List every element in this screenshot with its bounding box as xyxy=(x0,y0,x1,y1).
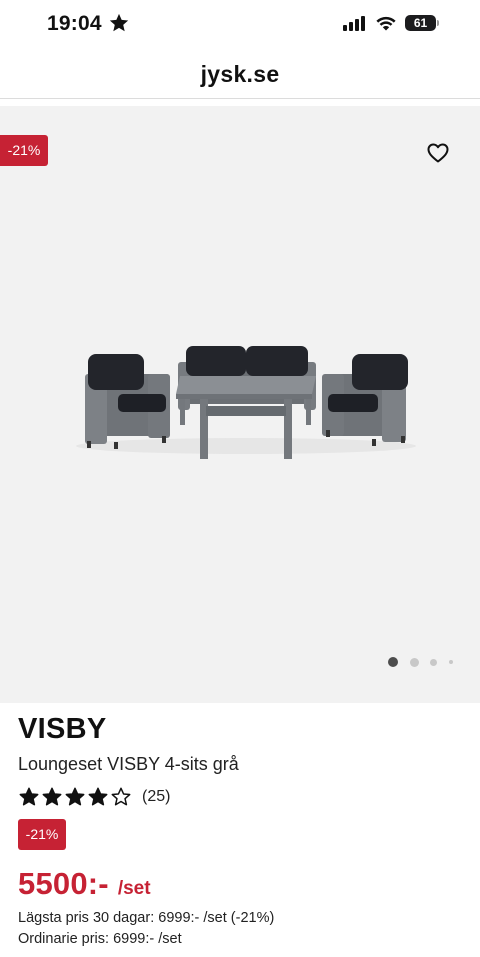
status-bar: 19:04 61 xyxy=(0,0,480,50)
carousel-dot[interactable] xyxy=(449,660,453,664)
rating-star-filled-icon xyxy=(19,787,39,806)
product-image-gallery[interactable]: -21% xyxy=(0,106,480,703)
rating-star-filled-icon xyxy=(88,787,108,806)
rating-star-empty-icon xyxy=(111,787,131,806)
discount-badge: -21% xyxy=(18,819,66,850)
product-image[interactable] xyxy=(0,106,480,703)
rating[interactable]: (25) xyxy=(18,786,170,808)
ordinary-price-note: Ordinarie pris: 6999:- /set xyxy=(18,931,182,947)
left-armchair xyxy=(85,354,170,449)
heart-icon[interactable] xyxy=(426,141,450,165)
rating-stars xyxy=(18,786,133,808)
battery-icon: 61 xyxy=(405,15,439,31)
discount-tag: -21% xyxy=(0,135,48,166)
carousel-dot[interactable] xyxy=(410,657,419,667)
status-time: 19:04 xyxy=(47,12,102,35)
lowest-price-note: Lägsta pris 30 dagar: 6999:- /set (-21%) xyxy=(18,910,275,926)
carousel-dot[interactable] xyxy=(388,657,398,667)
cellular-signal-icon xyxy=(343,16,365,31)
product-brand: VISBY xyxy=(18,713,107,745)
rating-star-filled-icon xyxy=(65,787,85,806)
wifi-icon xyxy=(376,16,396,31)
star-icon xyxy=(109,13,129,32)
right-armchair xyxy=(322,354,408,446)
product-name: Loungeset VISBY 4-sits grå xyxy=(18,754,239,774)
status-icons: 61 xyxy=(343,15,439,31)
rating-star-filled-icon xyxy=(42,787,62,806)
price: 5500:- /set xyxy=(18,866,151,902)
address-bar[interactable]: jysk.se xyxy=(0,50,480,99)
review-count[interactable]: (25) xyxy=(142,788,170,806)
url-text[interactable]: jysk.se xyxy=(201,61,280,88)
price-unit: /set xyxy=(117,878,151,899)
carousel-dot[interactable] xyxy=(430,658,437,666)
price-value: 5500:- xyxy=(18,866,109,901)
battery-percentage: 61 xyxy=(413,16,428,30)
carousel-pagination[interactable] xyxy=(378,657,453,667)
